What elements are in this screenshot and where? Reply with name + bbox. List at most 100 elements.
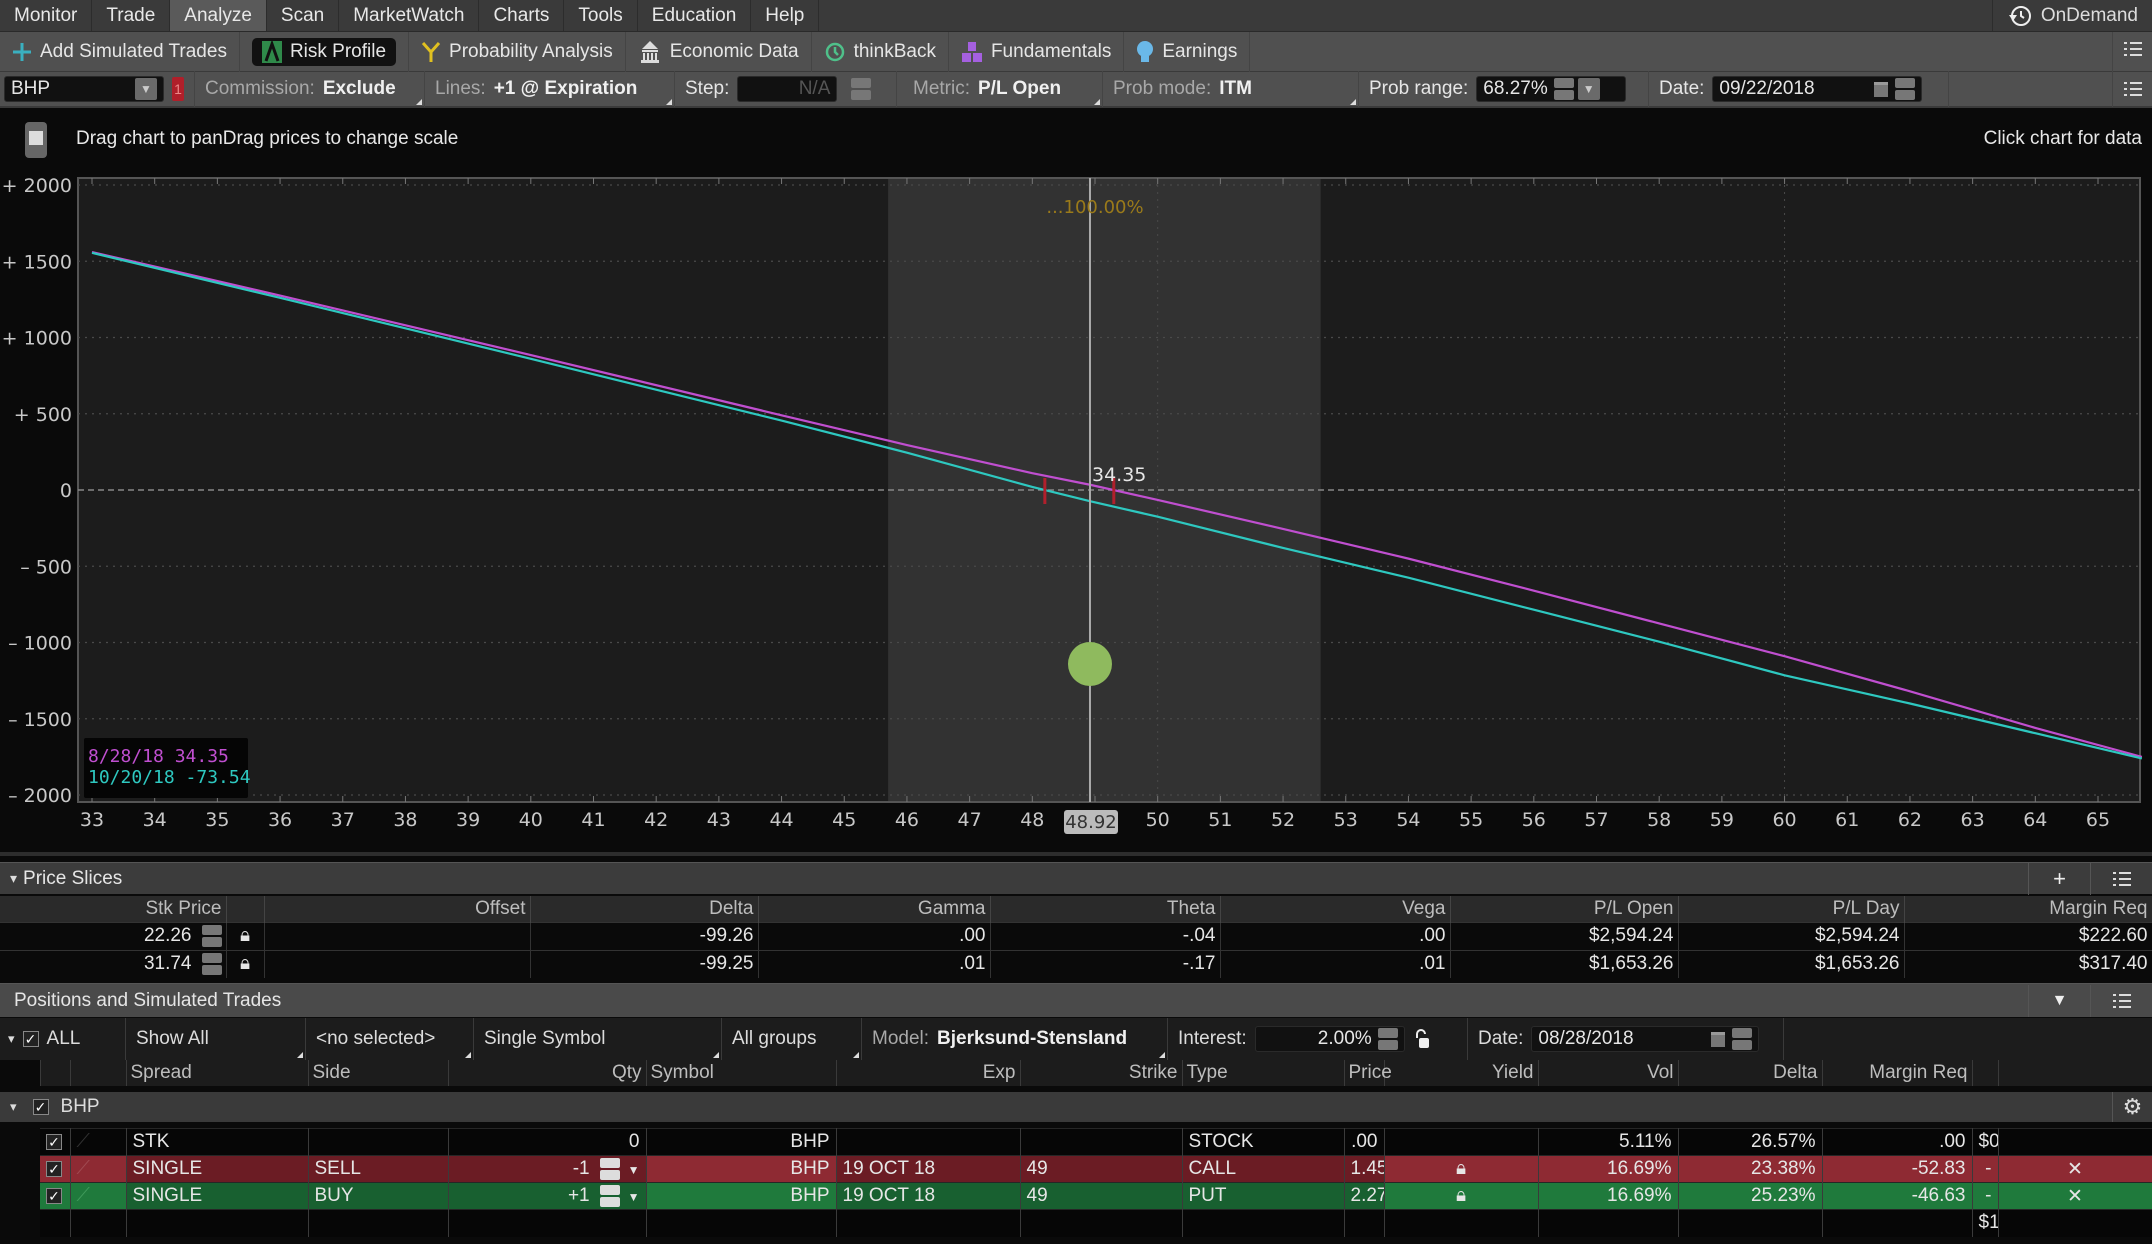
- toolbar-menu-button[interactable]: [2112, 31, 2152, 72]
- ondemand-button[interactable]: OnDemand: [1991, 0, 2152, 31]
- side-dropdown[interactable]: SELL: [308, 1155, 449, 1183]
- col-vega[interactable]: Vega: [1220, 896, 1451, 922]
- price-input[interactable]: 1.45: [1344, 1155, 1385, 1183]
- col-strike[interactable]: Strike: [1020, 1060, 1183, 1086]
- economic-data-tab[interactable]: Economic Data: [626, 31, 812, 72]
- row-checkbox[interactable]: ✓: [40, 1182, 71, 1210]
- symbol-mode-dropdown[interactable]: Single Symbol: [474, 1018, 722, 1060]
- qty-cell[interactable]: 0: [448, 1128, 647, 1156]
- risk-profile-chart[interactable]: + 2000 + 1500 + 1000 + 500 0 – 500 – 1000 – 150…: [0, 170, 2152, 850]
- row-checkbox[interactable]: ✓: [40, 1155, 71, 1183]
- chevron-down-icon[interactable]: ▼: [135, 78, 157, 100]
- lock-icon[interactable]: 🔒︎: [1384, 1182, 1539, 1210]
- row-chart-icon[interactable]: ⟋: [70, 1155, 127, 1183]
- col-delta[interactable]: Delta: [530, 896, 759, 922]
- commission-dropdown[interactable]: Commission: Exclude: [195, 71, 425, 107]
- position-row-buy-put[interactable]: ✓ ⟋ SINGLE BUY +1 ▼ BHP 19 OCT 18 49 PUT …: [0, 1182, 2152, 1210]
- positions-collapse-button[interactable]: ▼: [2028, 984, 2090, 1017]
- lock-icon[interactable]: 🔒︎: [226, 921, 265, 950]
- select-all-checkbox[interactable]: ✓: [22, 1031, 39, 1047]
- chevron-down-icon[interactable]: ▼: [1577, 78, 1600, 100]
- alert-badge[interactable]: 1: [172, 77, 184, 101]
- calendar-icon[interactable]: [1710, 1030, 1726, 1048]
- col-yield[interactable]: Yield: [1384, 1060, 1539, 1086]
- collapse-chevron-icon[interactable]: ▾: [0, 870, 17, 887]
- stk-price-cell[interactable]: 22.26: [0, 921, 227, 950]
- date-stepper[interactable]: [1895, 78, 1916, 100]
- probrange-input[interactable]: 68.27% ▼: [1476, 76, 1627, 102]
- spread-dropdown[interactable]: SINGLE: [126, 1155, 309, 1183]
- add-slice-button[interactable]: +: [2028, 862, 2090, 895]
- row-chart-icon[interactable]: ⟋: [70, 1182, 127, 1210]
- menu-scan[interactable]: Scan: [267, 0, 340, 31]
- group-checkbox[interactable]: ✓: [32, 1099, 49, 1115]
- model-dropdown[interactable]: Model: Bjerksund-Stensland: [862, 1018, 1168, 1060]
- menu-marketwatch[interactable]: MarketWatch: [339, 0, 480, 31]
- remove-row-icon[interactable]: ✕: [1998, 1155, 2152, 1183]
- col-offset[interactable]: Offset: [264, 896, 531, 922]
- unlock-icon[interactable]: [1413, 1029, 1429, 1049]
- col-side[interactable]: Side: [308, 1060, 449, 1086]
- side-dropdown[interactable]: BUY: [308, 1182, 449, 1210]
- date-input[interactable]: 09/22/2018: [1712, 76, 1923, 102]
- show-filter-dropdown[interactable]: Show All: [126, 1018, 306, 1060]
- col-stk-price[interactable]: Stk Price: [0, 896, 227, 922]
- menu-charts[interactable]: Charts: [479, 0, 565, 31]
- col-qty[interactable]: Qty: [448, 1060, 647, 1086]
- probrange-stepper[interactable]: [1553, 78, 1574, 100]
- step-input[interactable]: N/A: [737, 76, 838, 102]
- position-row-sell-call[interactable]: ✓ ⟋ SINGLE SELL -1 ▼ BHP 19 OCT 18 49 CAL…: [0, 1155, 2152, 1183]
- group-row-bhp[interactable]: ▾ ✓ BHP ⚙: [0, 1092, 2152, 1122]
- strike-dropdown[interactable]: 49: [1020, 1155, 1183, 1183]
- menu-help[interactable]: Help: [751, 0, 820, 31]
- chart-mode-icon[interactable]: [25, 122, 47, 158]
- row-chart-icon[interactable]: ⟋: [70, 1128, 127, 1156]
- risk-profile-tab[interactable]: Risk Profile: [240, 31, 410, 72]
- positions-menu-button[interactable]: [2090, 984, 2152, 1017]
- lock-icon[interactable]: 🔒︎: [1384, 1155, 1539, 1183]
- step-stepper[interactable]: [851, 78, 872, 100]
- lock-icon[interactable]: 🔒︎: [226, 949, 265, 978]
- col-margin-req[interactable]: Margin Req: [1904, 896, 2152, 922]
- calendar-icon[interactable]: [1873, 80, 1889, 98]
- metric-dropdown[interactable]: Metric: P/L Open: [897, 71, 1103, 107]
- positions-date-input[interactable]: 08/28/2018: [1531, 1026, 1760, 1052]
- settings-menu-button[interactable]: [2112, 71, 2152, 107]
- qty-input[interactable]: -1 ▼: [448, 1155, 647, 1183]
- add-simulated-trades-button[interactable]: Add Simulated Trades: [0, 31, 240, 72]
- earnings-tab[interactable]: Earnings: [1124, 31, 1251, 72]
- exp-dropdown[interactable]: 19 OCT 18: [836, 1182, 1021, 1210]
- col-delta[interactable]: Delta: [1678, 1060, 1823, 1086]
- chevron-down-icon[interactable]: ▼: [628, 1190, 640, 1204]
- col-symbol[interactable]: Symbol: [646, 1060, 837, 1086]
- stk-price-stepper[interactable]: [201, 924, 222, 947]
- chevron-down-icon[interactable]: ▼: [628, 1163, 640, 1177]
- col-spread[interactable]: Spread: [126, 1060, 309, 1086]
- price-slice-row[interactable]: 31.74 🔒︎ -99.25 .01 -.17 .01 $1,653.26 $…: [0, 949, 2152, 978]
- spread-dropdown[interactable]: SINGLE: [126, 1182, 309, 1210]
- collapse-chevron-icon[interactable]: ▾: [8, 1031, 15, 1047]
- col-vol[interactable]: Vol: [1538, 1060, 1679, 1086]
- fundamentals-tab[interactable]: Fundamentals: [949, 31, 1125, 72]
- stk-price-cell[interactable]: 31.74: [0, 949, 227, 978]
- menu-education[interactable]: Education: [638, 0, 752, 31]
- chart-divider[interactable]: [0, 852, 2152, 856]
- price-input[interactable]: 2.27: [1344, 1182, 1385, 1210]
- col-pl-day[interactable]: P/L Day: [1678, 896, 1905, 922]
- lines-dropdown[interactable]: Lines: +1 @ Expiration: [425, 71, 675, 107]
- menu-tools[interactable]: Tools: [564, 0, 638, 31]
- interest-input[interactable]: 2.00%: [1254, 1026, 1405, 1052]
- price-slice-row[interactable]: 22.26 🔒︎ -99.26 .00 -.04 .00 $2,594.24 $…: [0, 921, 2152, 950]
- col-margin-req[interactable]: Margin Req: [1822, 1060, 1973, 1086]
- positions-date-stepper[interactable]: [1732, 1028, 1753, 1050]
- col-exp[interactable]: Exp: [836, 1060, 1021, 1086]
- qty-stepper[interactable]: [599, 1184, 620, 1207]
- exp-dropdown[interactable]: 19 OCT 18: [836, 1155, 1021, 1183]
- col-pl-open[interactable]: P/L Open: [1450, 896, 1679, 922]
- menu-trade[interactable]: Trade: [92, 0, 171, 31]
- type-dropdown[interactable]: PUT: [1182, 1182, 1345, 1210]
- groups-dropdown[interactable]: All groups: [722, 1018, 862, 1060]
- probability-analysis-tab[interactable]: Probability Analysis: [409, 31, 626, 72]
- selection-dropdown[interactable]: <no selected>: [306, 1018, 474, 1060]
- gear-icon[interactable]: ⚙: [2112, 1092, 2152, 1122]
